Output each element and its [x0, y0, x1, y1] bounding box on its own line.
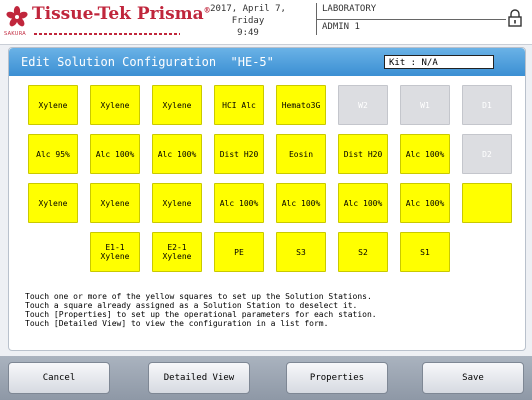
station-cell[interactable]: Xylene	[90, 183, 140, 223]
station-cell[interactable]: Hemato3G	[276, 85, 326, 125]
station-cell[interactable]: S2	[338, 232, 388, 272]
properties-button[interactable]: Properties	[286, 362, 388, 394]
station-cell[interactable]: HCI Alc	[214, 85, 264, 125]
station-cell[interactable]: Xylene	[152, 85, 202, 125]
header-bar: SAKURA Tissue-Tek Prisma® 2017, April 7,…	[0, 0, 532, 45]
instruction-line: Touch [Detailed View] to view the config…	[25, 319, 329, 328]
station-cell[interactable]: Xylene	[28, 183, 78, 223]
station-cell[interactable]: S3	[276, 232, 326, 272]
detailed-view-button[interactable]: Detailed View	[148, 362, 250, 394]
brand-name: Tissue-Tek Prisma®	[32, 4, 211, 24]
brand-company: SAKURA	[4, 31, 26, 37]
station-cell[interactable]: Dist H20	[338, 134, 388, 174]
instruction-line: Touch one or more of the yellow squares …	[25, 292, 372, 301]
station-cell[interactable]: Alc 100%	[90, 134, 140, 174]
station-cell[interactable]: PE	[214, 232, 264, 272]
station-cell[interactable]: Xylene	[90, 85, 140, 125]
station-cell[interactable]: S1	[400, 232, 450, 272]
instructions: Touch one or more of the yellow squares …	[25, 292, 515, 328]
station-cell[interactable]: Alc 100%	[400, 134, 450, 174]
date-time: 2017, April 7, Friday 9:49	[192, 3, 304, 39]
station-cell[interactable]: Dist H20	[214, 134, 264, 174]
kit-field: Kit : N/A	[384, 55, 494, 69]
lab-name: LABORATORY	[322, 4, 377, 14]
brand-strip	[34, 33, 180, 35]
station-cell[interactable]: Eosin	[276, 134, 326, 174]
instruction-line: Touch a square already assigned as a Sol…	[25, 301, 358, 310]
cancel-button[interactable]: Cancel	[8, 362, 110, 394]
station-cell-disabled: W1	[400, 85, 450, 125]
station-cell[interactable]: Alc 100%	[276, 183, 326, 223]
station-cell[interactable]: Xylene	[152, 183, 202, 223]
station-cell[interactable]: E1-1 Xylene	[90, 232, 140, 272]
sakura-flower-icon	[6, 6, 28, 27]
bottom-toolbar: Cancel Detailed View Properties Save	[0, 356, 532, 400]
instruction-line: Touch [Properties] to set up the operati…	[25, 310, 377, 319]
station-cell[interactable]: Alc 100%	[400, 183, 450, 223]
solution-config-panel: Edit Solution Configuration "HE-5" Kit :…	[8, 47, 526, 351]
user-info: LABORATORY ADMIN 1	[316, 3, 506, 37]
panel-title: Edit Solution Configuration "HE-5"	[21, 55, 274, 69]
user-name: ADMIN 1	[322, 22, 360, 32]
station-grid: Xylene Xylene Xylene HCI Alc Hemato3G W2 W1 D1 A…	[28, 85, 512, 317]
station-cell-disabled: D1	[462, 85, 512, 125]
date-text: 2017, April 7, Friday	[210, 4, 286, 26]
station-cell[interactable]: Xylene	[28, 85, 78, 125]
station-cell[interactable]: Alc 100%	[152, 134, 202, 174]
save-button[interactable]: Save	[422, 362, 524, 394]
station-cell[interactable]: Alc 95%	[28, 134, 78, 174]
time-text: 9:49	[237, 28, 259, 38]
station-cell[interactable]: E2-1 Xylene	[152, 232, 202, 272]
padlock-icon[interactable]	[505, 8, 525, 28]
station-cell[interactable]: Alc 100%	[338, 183, 388, 223]
panel-titlebar: Edit Solution Configuration "HE-5" Kit :…	[9, 48, 525, 76]
station-cell-disabled: D2	[462, 134, 512, 174]
station-cell[interactable]: Alc 100%	[214, 183, 264, 223]
station-cell-disabled: W2	[338, 85, 388, 125]
station-cell[interactable]	[462, 183, 512, 223]
